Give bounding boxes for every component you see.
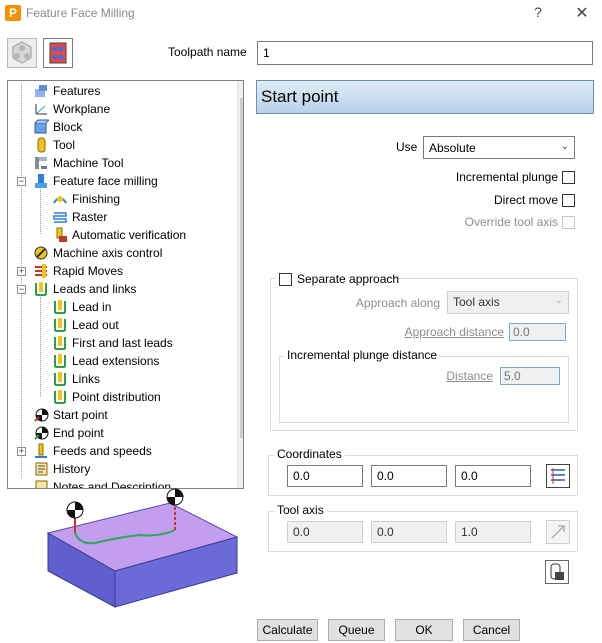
lead-in-icon xyxy=(54,300,66,314)
distance-input[interactable]: 5.0 xyxy=(500,367,560,385)
window-title: Feature Face Milling xyxy=(26,6,135,20)
links-icon xyxy=(54,372,66,386)
feeds-speeds-icon xyxy=(35,443,47,458)
approach-along-value: Tool axis xyxy=(453,295,500,309)
leads-links-icon xyxy=(35,282,47,296)
separate-approach-header: Separate approach xyxy=(276,270,399,288)
override-tool-axis-checkbox[interactable] xyxy=(562,216,575,229)
title-bar: P Feature Face Milling ? ✕ xyxy=(0,0,602,28)
verification-icon xyxy=(56,227,67,242)
page-title: Start point xyxy=(256,80,594,114)
toolpath-name-input[interactable]: 1 xyxy=(257,41,593,65)
table-edit-icon xyxy=(551,468,565,484)
block-icon xyxy=(34,119,49,134)
end-point-icon xyxy=(34,426,49,440)
hexagon-icon xyxy=(12,41,32,64)
close-button[interactable]: ✕ xyxy=(572,3,592,22)
use-select[interactable]: Absolute ⌄ xyxy=(423,136,575,159)
expander-feature-face-milling[interactable]: − xyxy=(17,177,26,186)
queue-button[interactable]: Queue xyxy=(328,619,385,641)
workplane-icon xyxy=(35,104,47,115)
end-marker-icon xyxy=(166,488,184,506)
separate-approach-label: Separate approach xyxy=(297,272,400,286)
incremental-plunge-label: Incremental plunge xyxy=(455,170,558,184)
scroll-thumb[interactable] xyxy=(240,98,243,438)
direct-move-checkbox[interactable] xyxy=(562,194,575,207)
first-last-leads-icon xyxy=(54,336,66,350)
feature-set-icon xyxy=(49,42,67,64)
use-select-value: Absolute xyxy=(429,141,476,155)
start-marker-icon xyxy=(66,501,84,519)
tool-axis-label: Tool axis xyxy=(274,503,327,517)
cancel-button[interactable]: Cancel xyxy=(463,619,520,641)
separate-approach-checkbox[interactable] xyxy=(279,273,292,286)
approach-distance-label: Approach distance xyxy=(404,325,504,339)
coordinate-z-input[interactable]: 0.0 xyxy=(455,465,531,487)
ok-button[interactable]: OK xyxy=(395,619,453,641)
scroll-up-icon[interactable]: ▲ xyxy=(238,81,243,97)
features-icon xyxy=(35,85,47,97)
approach-distance-input[interactable]: 0.0 xyxy=(509,323,566,341)
start-point-icon xyxy=(34,408,49,422)
face-milling-icon xyxy=(35,174,47,188)
tool-axis-i-input[interactable]: 0.0 xyxy=(287,521,363,543)
use-label: Use xyxy=(396,140,418,154)
toolpath-tree[interactable]: Features Workplane Block Tool Machine To… xyxy=(7,80,244,489)
calculate-button[interactable]: Calculate xyxy=(257,619,318,641)
coordinates-label: Coordinates xyxy=(274,447,345,461)
point-distribution-icon xyxy=(54,390,66,404)
direct-move-label: Direct move xyxy=(493,193,558,207)
incremental-plunge-distance-title: Incremental plunge distance xyxy=(284,348,441,362)
expander-rapid-moves[interactable]: + xyxy=(17,267,26,276)
axis-control-icon xyxy=(34,246,48,260)
lead-out-icon xyxy=(54,318,66,332)
toolpath-name-label: Toolpath name xyxy=(168,45,247,59)
tool-axis-button[interactable] xyxy=(546,520,570,544)
distance-label: Distance xyxy=(446,369,493,383)
approach-along-label: Approach along xyxy=(355,296,440,310)
override-tool-axis-label: Override tool axis xyxy=(464,215,558,229)
expander-leads-and-links[interactable]: − xyxy=(17,285,26,294)
finishing-icon xyxy=(53,196,67,204)
coordinate-y-input[interactable]: 0.0 xyxy=(371,465,447,487)
raster-icon xyxy=(53,212,67,223)
machine-tool-icon xyxy=(35,157,47,169)
tool-icon xyxy=(37,137,46,153)
pick-position-button[interactable] xyxy=(545,560,569,584)
history-icon xyxy=(35,462,48,476)
start-point-preview xyxy=(46,488,239,608)
incremental-plunge-checkbox[interactable] xyxy=(562,171,575,184)
rapid-moves-icon xyxy=(35,264,47,278)
expander-feeds-and-speeds[interactable]: + xyxy=(17,447,26,456)
app-logo-icon: P xyxy=(5,5,21,21)
hex-pattern-button[interactable] xyxy=(7,38,37,68)
tree-scrollbar[interactable]: ▲ ▼ xyxy=(237,81,243,488)
approach-along-select[interactable]: Tool axis ⌄ xyxy=(447,291,569,314)
coordinate-x-input[interactable]: 0.0 xyxy=(287,465,363,487)
chevron-down-icon: ⌄ xyxy=(554,295,563,306)
axis-arrow-icon xyxy=(551,525,565,539)
feature-set-button[interactable] xyxy=(43,38,73,68)
coordinates-table-button[interactable] xyxy=(546,464,570,488)
help-button[interactable]: ? xyxy=(528,4,548,22)
lead-extensions-icon xyxy=(54,354,66,368)
pick-point-icon xyxy=(550,563,564,580)
chevron-down-icon: ⌄ xyxy=(560,141,569,152)
tool-axis-j-input[interactable]: 0.0 xyxy=(371,521,447,543)
tool-axis-k-input[interactable]: 1.0 xyxy=(455,521,531,543)
